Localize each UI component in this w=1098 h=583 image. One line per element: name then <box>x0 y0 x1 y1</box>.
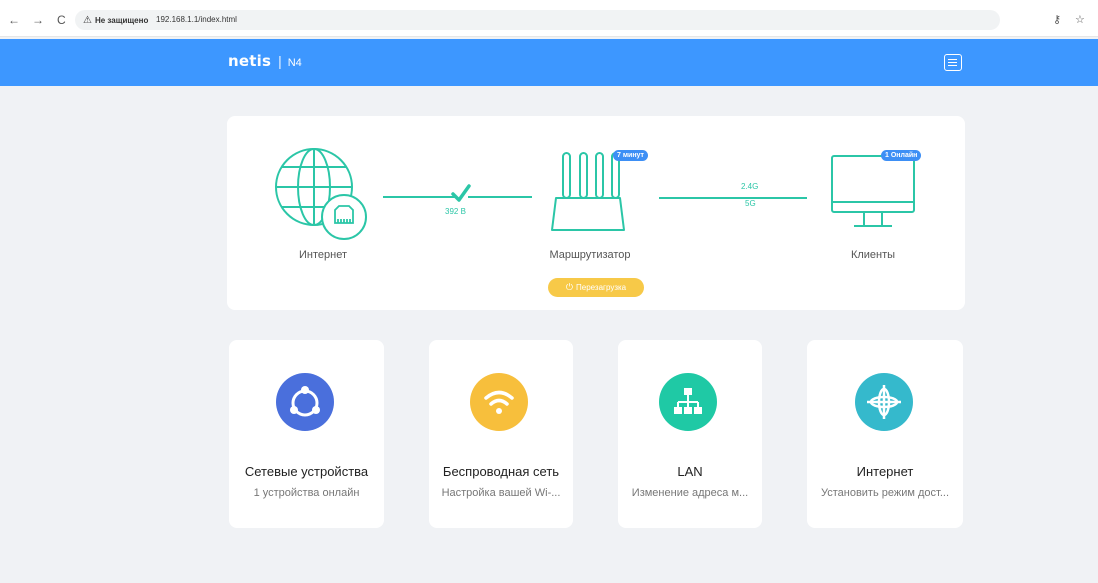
uptime-badge: 7 минут <box>613 150 648 161</box>
menu-line <box>948 58 957 60</box>
traffic-speed: 392 B <box>445 207 466 216</box>
connected-check-icon <box>451 184 471 202</box>
clients-online-badge: 1 Онлайн <box>881 150 922 161</box>
model-name: N4 <box>287 57 302 69</box>
card-description: Изменение адреса м... <box>631 487 749 499</box>
app-header <box>0 39 1098 86</box>
wireless-network-card[interactable]: Беспроводная сеть Настройка вашей Wi-... <box>429 340 573 528</box>
card-description: 1 устройства онлайн <box>253 487 360 499</box>
menu-line <box>948 64 957 66</box>
menu-button[interactable] <box>944 54 962 71</box>
url-text[interactable]: 192.168.1.1/index.html <box>156 15 237 24</box>
brand-separator: | <box>278 53 282 69</box>
wifi-icon <box>470 373 528 431</box>
wireless-link-line <box>659 197 807 199</box>
security-warning-text: Не защищено <box>94 15 149 25</box>
internet-globe-icon[interactable] <box>275 148 370 243</box>
clients-label: Клиенты <box>850 249 896 261</box>
card-description: Настройка вашей Wi-... <box>441 487 561 499</box>
lan-glyph <box>674 388 702 414</box>
network-devices-icon <box>276 373 334 431</box>
card-title: LAN <box>677 464 703 479</box>
forward-icon[interactable]: → <box>32 14 44 26</box>
band-5-label: 5G <box>745 199 756 208</box>
menu-line <box>948 61 957 63</box>
network-devices-card[interactable]: Сетевые устройства 1 устройства онлайн <box>229 340 384 528</box>
card-title: Сетевые устройства <box>244 464 369 479</box>
internet-globe-icon <box>855 373 913 431</box>
card-description: Установить режим дост... <box>820 487 950 499</box>
warning-triangle-icon: ⚠ <box>83 14 92 26</box>
browser-toolbar: ← → C ⚠ Не защищено 192.168.1.1/index.ht… <box>0 0 1098 37</box>
reload-icon[interactable]: C <box>57 14 66 26</box>
internet-link-line-left <box>383 196 455 198</box>
reboot-label: Перезагрузка <box>576 283 627 292</box>
back-icon[interactable]: ← <box>8 14 20 26</box>
netis-logo[interactable]: netis <box>228 52 271 70</box>
router-label: Маршрутизатор <box>549 249 631 261</box>
password-key-icon[interactable]: ⚷ <box>1053 13 1061 26</box>
reboot-button[interactable]: ⏻ Перезагрузка <box>548 278 644 297</box>
wifi-glyph <box>484 390 514 414</box>
security-warning[interactable]: ⚠ Не защищено <box>83 12 148 28</box>
card-title: Беспроводная сеть <box>442 464 560 479</box>
card-title: Интернет <box>856 464 914 479</box>
clients-monitor-icon[interactable] <box>828 152 918 232</box>
bookmark-star-icon[interactable]: ☆ <box>1075 13 1085 26</box>
internet-card[interactable]: Интернет Установить режим дост... <box>807 340 963 528</box>
lan-icon <box>659 373 717 431</box>
band-24-label: 2.4G <box>741 182 759 191</box>
power-icon: ⏻ <box>565 282 573 292</box>
internet-link-line-right <box>468 196 532 198</box>
brand: netis | N4 <box>228 52 302 70</box>
network-devices-glyph <box>290 386 320 417</box>
internet-label: Интернет <box>299 249 347 261</box>
internet-glyph <box>867 385 901 419</box>
lan-card[interactable]: LAN Изменение адреса м... <box>618 340 762 528</box>
router-icon[interactable] <box>548 148 628 238</box>
